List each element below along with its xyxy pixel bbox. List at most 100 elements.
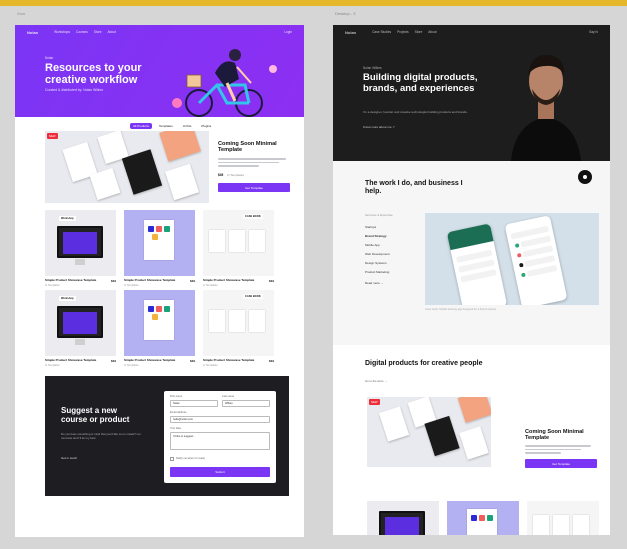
nav-login[interactable]: Login: [284, 30, 292, 34]
product-card-title: Simple Product Showcase Template: [124, 358, 176, 362]
tab-plugins[interactable]: Plugins: [198, 123, 214, 129]
product-card-price: $49: [189, 359, 195, 363]
nav-link-projects[interactable]: Projects: [397, 30, 409, 34]
read-more-link[interactable]: Read more →: [365, 281, 384, 285]
suggest-title: Suggest a new course or product: [61, 406, 130, 424]
portrait-photo: [511, 54, 581, 161]
featured-price: $49: [218, 173, 224, 177]
featured-meta: In Templates: [227, 173, 244, 177]
product-card[interactable]: CASE BOOK Simple Product Showcase Templa…: [203, 290, 274, 367]
suggest-link[interactable]: Get in touch: [61, 456, 77, 460]
last-name-label: Last name: [222, 395, 235, 398]
portfolio-page-frame: Nolan Case Studies Projects Store About …: [333, 25, 610, 535]
first-name-label: First name: [170, 395, 183, 398]
product-card-title: Simple Product Showcase Template: [124, 278, 176, 282]
new-badge: NEW: [369, 399, 380, 405]
digital-card-image[interactable]: [447, 501, 519, 535]
store-hero: Nolan Workshops Courses Store About Logi…: [15, 25, 304, 117]
hero-link[interactable]: Know more about me ↗: [363, 125, 395, 129]
portfolio-logo[interactable]: Nolan: [345, 30, 356, 35]
left-frame-caption: Xcm: [17, 11, 25, 16]
product-card-image: CASE BOOK: [203, 210, 274, 276]
featured-product-image[interactable]: [45, 131, 209, 203]
product-card[interactable]: CASE BOOK Simple Product Showcase Templa…: [203, 210, 274, 287]
submit-button[interactable]: Submit: [170, 467, 270, 477]
digital-get-template-button[interactable]: Get Template: [525, 459, 597, 468]
email-field[interactable]: hello@nolan.com: [170, 416, 270, 423]
digital-products-section: Digital products for creative people Go …: [333, 345, 610, 535]
featured-description-lines: [218, 158, 286, 169]
hero-kicker: Nolan: [45, 56, 54, 60]
notify-checkbox[interactable]: [170, 457, 174, 461]
nav-say-hi[interactable]: Say hi: [589, 30, 598, 34]
product-card[interactable]: Simple Product Showcase Template $49 In …: [124, 210, 195, 287]
product-card-tag: Workshop: [59, 296, 76, 301]
service-item[interactable]: Design Systems: [365, 261, 387, 265]
idea-label: Your idea: [170, 427, 181, 430]
featured-title[interactable]: Coming Soon Minimal Template: [218, 141, 288, 154]
cyclist-illustration: [172, 49, 277, 117]
first-name-field[interactable]: Nolan: [170, 400, 218, 407]
tab-templates[interactable]: Templates: [156, 123, 176, 129]
service-item[interactable]: Startups: [365, 225, 376, 229]
product-card-title: Simple Product Showcase Template: [45, 278, 97, 282]
nav-link-courses[interactable]: Courses: [76, 30, 88, 34]
hero-title: Resources to your creative workflow: [45, 62, 142, 86]
new-badge: NEW: [47, 133, 58, 139]
top-accent-strip: [0, 0, 627, 6]
scroll-badge-icon[interactable]: [578, 170, 592, 184]
store-page-frame: Nolan Workshops Courses Store About Logi…: [15, 25, 304, 537]
nav-link-about[interactable]: About: [108, 30, 116, 34]
store-logo[interactable]: Nolan: [27, 30, 38, 35]
product-card-category: In Templates: [203, 363, 218, 367]
nav-link-case-studies[interactable]: Case Studies: [372, 30, 391, 34]
product-card-tag: CASE BOOK: [243, 214, 263, 219]
product-card-image: CASE BOOK: [203, 290, 274, 356]
digital-card-image[interactable]: [367, 501, 439, 535]
suggest-text: Do you have something in mind that you'd…: [61, 432, 141, 440]
product-card-category: In Templates: [124, 283, 139, 287]
tab-ui-kits[interactable]: Ui Kits: [180, 123, 195, 129]
portfolio-hero: Nolan Case Studies Projects Store About …: [333, 25, 610, 161]
product-card-category: In Templates: [45, 363, 60, 367]
service-item[interactable]: Product Marketing: [365, 270, 389, 274]
get-template-button[interactable]: Get Template: [218, 183, 290, 192]
nav-link-workshops[interactable]: Workshops: [54, 30, 70, 34]
nav-link-store[interactable]: Store: [415, 30, 423, 34]
idea-field[interactable]: I'd like to suggest...: [170, 432, 270, 450]
digital-featured-title[interactable]: Coming Soon Minimal Template: [525, 429, 595, 442]
product-card-category: In Templates: [45, 283, 60, 287]
product-card-image: [124, 290, 195, 356]
notify-label: Notify me when it's ready: [176, 457, 205, 460]
showcase-caption: Case study: Mobile banking app designed …: [425, 308, 497, 311]
product-card-title: Simple Product Showcase Template: [203, 358, 255, 362]
hero-title: Building digital products, brands, and e…: [363, 72, 478, 94]
tab-all-products[interactable]: All Products: [130, 123, 153, 129]
services-label: Services & Expertise: [365, 213, 393, 217]
nav-link-about[interactable]: About: [428, 30, 436, 34]
product-card[interactable]: Simple Product Showcase Template $49 In …: [124, 290, 195, 367]
store-nav: Nolan Workshops Courses Store About Logi…: [15, 25, 304, 39]
right-frame-caption: Desktop - 3: [335, 11, 356, 16]
product-card[interactable]: Workshop Simple Product Showcase Templat…: [45, 210, 116, 287]
hero-subtitle: Curated & distributed by: Nolan Wilkes: [45, 88, 104, 92]
service-item[interactable]: Web Development: [365, 252, 390, 256]
service-item[interactable]: Mobile App: [365, 243, 380, 247]
hero-subtitle: I'm a designer, founder and creative tec…: [363, 110, 468, 114]
digital-store-link[interactable]: Go to the store →: [365, 379, 387, 383]
product-card-image: Workshop: [45, 210, 116, 276]
product-card-tag: Workshop: [59, 216, 76, 221]
product-card-category: In Templates: [203, 283, 218, 287]
service-item[interactable]: Brand Strategy: [365, 234, 387, 238]
product-card-title: Simple Product Showcase Template: [45, 358, 97, 362]
nav-link-store[interactable]: Store: [94, 30, 102, 34]
suggest-section: Suggest a new course or product Do you h…: [45, 376, 289, 496]
digital-card-image[interactable]: [527, 501, 599, 535]
suggest-form: First name Nolan Last name Wilkes Email …: [164, 391, 276, 483]
digital-featured-image[interactable]: [367, 397, 491, 467]
product-card[interactable]: Workshop Simple Product Showcase Templat…: [45, 290, 116, 367]
portfolio-nav: Nolan Case Studies Projects Store About …: [333, 25, 610, 39]
product-card-price: $49: [110, 359, 116, 363]
product-card-price: $49: [189, 279, 195, 283]
last-name-field[interactable]: Wilkes: [222, 400, 270, 407]
